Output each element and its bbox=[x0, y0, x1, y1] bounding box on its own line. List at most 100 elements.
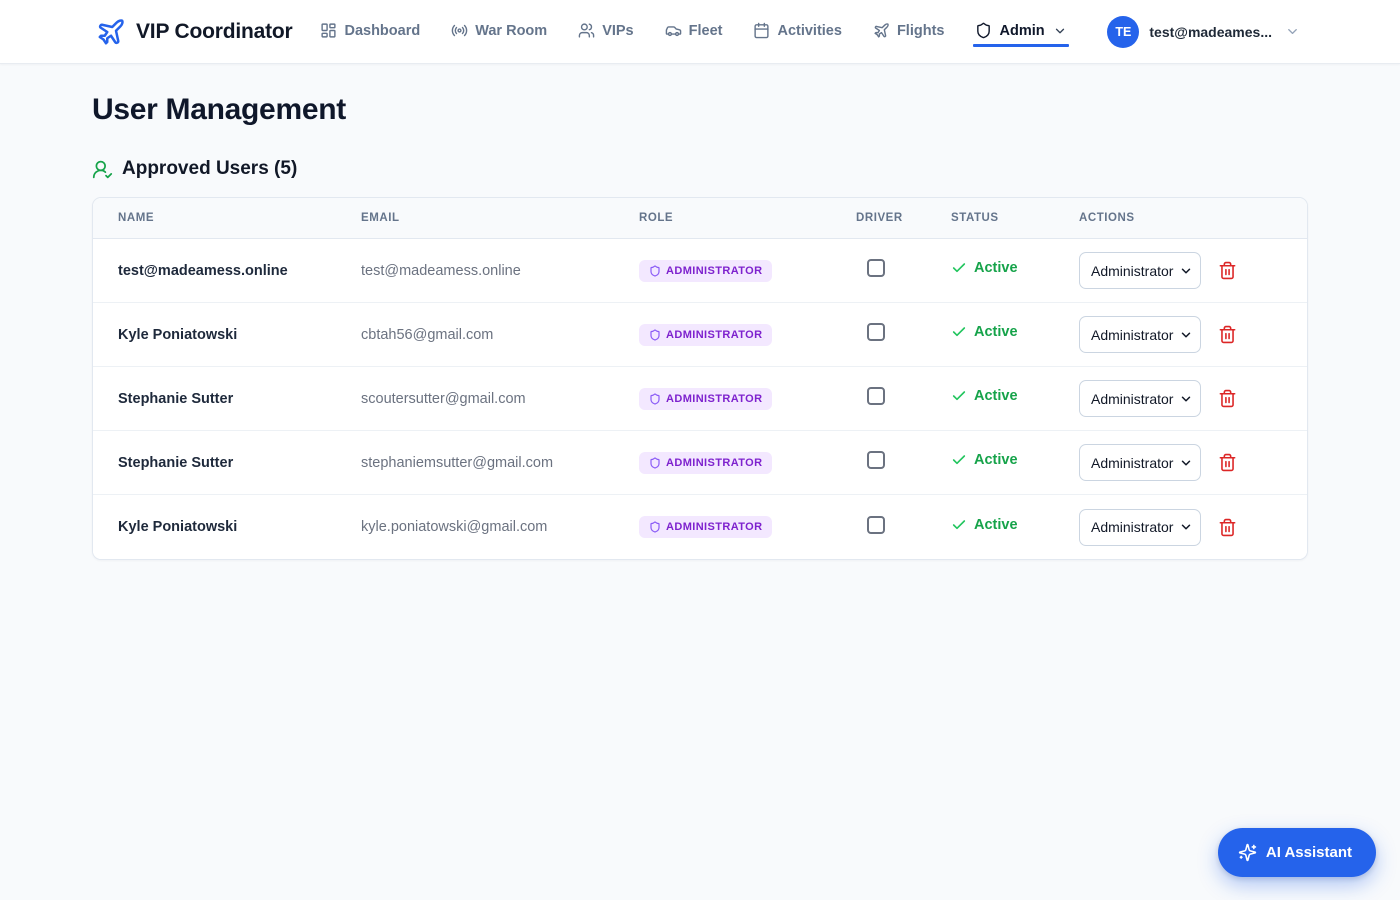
table-row: Kyle Poniatowski kyle.poniatowski@gmail.… bbox=[93, 495, 1307, 559]
user-email: test@madeamess.online bbox=[361, 263, 639, 279]
plane-icon bbox=[873, 22, 890, 39]
driver-checkbox[interactable] bbox=[867, 387, 885, 405]
section-header: Approved Users (5) bbox=[92, 158, 1308, 180]
role-select[interactable]: Administrator bbox=[1079, 380, 1201, 417]
role-badge: ADMINISTRATOR bbox=[639, 452, 772, 474]
main-content: User Management Approved Users (5) NAME … bbox=[0, 64, 1400, 560]
page-title: User Management bbox=[92, 93, 1308, 127]
user-email: kyle.poniatowski@gmail.com bbox=[361, 519, 639, 535]
user-check-icon bbox=[92, 159, 113, 180]
users-icon bbox=[578, 22, 595, 39]
user-menu[interactable]: TE test@madeames... bbox=[1107, 16, 1300, 48]
user-email: cbtah56@gmail.com bbox=[361, 327, 639, 343]
nav-item-admin[interactable]: Admin bbox=[975, 12, 1066, 51]
delete-user-button[interactable] bbox=[1218, 325, 1237, 345]
role-select[interactable]: Administrator bbox=[1079, 509, 1201, 546]
shield-icon bbox=[649, 393, 661, 405]
role-badge: ADMINISTRATOR bbox=[639, 388, 772, 410]
check-icon bbox=[951, 388, 967, 404]
main-nav: Dashboard War Room VIPs Fleet Activities bbox=[320, 12, 1066, 51]
table-header-row: NAME EMAIL ROLE DRIVER STATUS ACTIONS bbox=[93, 198, 1307, 239]
check-icon bbox=[951, 452, 967, 468]
col-header-actions: ACTIONS bbox=[1079, 212, 1307, 224]
user-name: Kyle Poniatowski bbox=[118, 327, 361, 343]
brand: VIP Coordinator bbox=[96, 17, 292, 47]
ai-assistant-button[interactable]: AI Assistant bbox=[1218, 828, 1376, 877]
calendar-icon bbox=[753, 22, 770, 39]
nav-item-fleet[interactable]: Fleet bbox=[665, 12, 723, 51]
driver-checkbox[interactable] bbox=[867, 516, 885, 534]
section-title: Approved Users (5) bbox=[122, 158, 297, 180]
delete-user-button[interactable] bbox=[1218, 261, 1237, 281]
col-header-email: EMAIL bbox=[361, 212, 639, 224]
status-badge: Active bbox=[951, 517, 1018, 533]
shield-icon bbox=[649, 329, 661, 341]
trash-icon bbox=[1218, 453, 1237, 472]
delete-user-button[interactable] bbox=[1218, 517, 1237, 537]
role-select[interactable]: Administrator bbox=[1079, 252, 1201, 289]
sparkles-icon bbox=[1238, 843, 1257, 862]
trash-icon bbox=[1218, 518, 1237, 537]
col-header-role: ROLE bbox=[639, 212, 856, 224]
col-header-status: STATUS bbox=[951, 212, 1079, 224]
nav-label: Flights bbox=[897, 23, 945, 39]
radio-icon bbox=[451, 22, 468, 39]
shield-icon bbox=[649, 521, 661, 533]
nav-label: Admin bbox=[999, 23, 1044, 39]
driver-checkbox[interactable] bbox=[867, 259, 885, 277]
check-icon bbox=[951, 324, 967, 340]
shield-icon bbox=[649, 457, 661, 469]
user-email: test@madeames... bbox=[1149, 24, 1272, 40]
trash-icon bbox=[1218, 325, 1237, 344]
table-row: test@madeamess.online test@madeamess.onl… bbox=[93, 239, 1307, 303]
nav-item-war-room[interactable]: War Room bbox=[451, 12, 547, 51]
role-badge: ADMINISTRATOR bbox=[639, 260, 772, 282]
chevron-down-icon bbox=[1285, 24, 1300, 39]
ai-assistant-label: AI Assistant bbox=[1266, 844, 1352, 861]
plane-logo-icon bbox=[96, 17, 126, 47]
user-name: Stephanie Sutter bbox=[118, 391, 361, 407]
trash-icon bbox=[1218, 261, 1237, 280]
navbar: VIP Coordinator Dashboard War Room VIPs … bbox=[0, 0, 1400, 64]
table-row: Stephanie Sutter stephaniemsutter@gmail.… bbox=[93, 431, 1307, 495]
trash-icon bbox=[1218, 389, 1237, 408]
dashboard-grid-icon bbox=[320, 22, 337, 39]
user-name: Kyle Poniatowski bbox=[118, 519, 361, 535]
col-header-driver: DRIVER bbox=[856, 212, 951, 224]
status-badge: Active bbox=[951, 260, 1018, 276]
driver-checkbox[interactable] bbox=[867, 323, 885, 341]
nav-label: War Room bbox=[475, 23, 547, 39]
role-select[interactable]: Administrator bbox=[1079, 444, 1201, 481]
nav-item-dashboard[interactable]: Dashboard bbox=[320, 12, 420, 51]
nav-label: Dashboard bbox=[344, 23, 420, 39]
status-badge: Active bbox=[951, 452, 1018, 468]
user-name: test@madeamess.online bbox=[118, 263, 361, 279]
shield-icon bbox=[649, 265, 661, 277]
delete-user-button[interactable] bbox=[1218, 389, 1237, 409]
table-row: Stephanie Sutter scoutersutter@gmail.com… bbox=[93, 367, 1307, 431]
user-email: scoutersutter@gmail.com bbox=[361, 391, 639, 407]
user-email: stephaniemsutter@gmail.com bbox=[361, 455, 639, 471]
check-icon bbox=[951, 260, 967, 276]
brand-name: VIP Coordinator bbox=[136, 20, 292, 44]
nav-item-vips[interactable]: VIPs bbox=[578, 12, 633, 51]
delete-user-button[interactable] bbox=[1218, 453, 1237, 473]
status-badge: Active bbox=[951, 324, 1018, 340]
shield-icon bbox=[975, 22, 992, 39]
role-select[interactable]: Administrator bbox=[1079, 316, 1201, 353]
users-table: NAME EMAIL ROLE DRIVER STATUS ACTIONS te… bbox=[92, 197, 1308, 560]
car-icon bbox=[665, 22, 682, 39]
col-header-name: NAME bbox=[118, 212, 361, 224]
role-badge: ADMINISTRATOR bbox=[639, 324, 772, 346]
nav-label: VIPs bbox=[602, 23, 633, 39]
table-row: Kyle Poniatowski cbtah56@gmail.com ADMIN… bbox=[93, 303, 1307, 367]
nav-item-flights[interactable]: Flights bbox=[873, 12, 945, 51]
nav-label: Fleet bbox=[689, 23, 723, 39]
user-name: Stephanie Sutter bbox=[118, 455, 361, 471]
role-badge: ADMINISTRATOR bbox=[639, 516, 772, 538]
driver-checkbox[interactable] bbox=[867, 451, 885, 469]
nav-item-activities[interactable]: Activities bbox=[753, 12, 841, 51]
avatar: TE bbox=[1107, 16, 1139, 48]
chevron-down-icon bbox=[1053, 24, 1067, 38]
status-badge: Active bbox=[951, 388, 1018, 404]
